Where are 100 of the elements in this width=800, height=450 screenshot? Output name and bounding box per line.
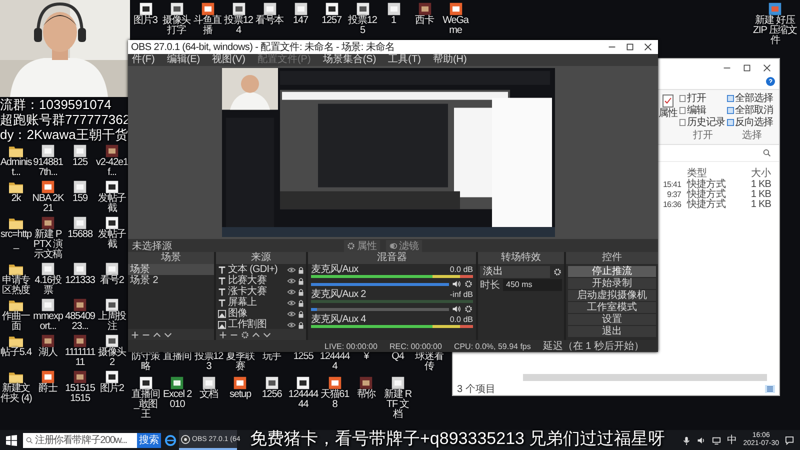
move-up-icon[interactable] [252,330,260,338]
properties-button[interactable]: 属性 [658,108,678,119]
image-icon[interactable] [104,334,120,348]
image-icon[interactable] [354,2,370,16]
close-icon[interactable] [644,43,652,51]
add-icon[interactable] [219,330,227,338]
folder-icon[interactable] [8,144,24,158]
scene-item[interactable]: 场景 2 [128,275,214,286]
image-icon[interactable] [230,2,246,16]
checklist-icon[interactable] [662,94,674,108]
eye-icon[interactable] [287,266,296,272]
control-button[interactable]: 工作室模式 [568,302,656,313]
help-icon[interactable] [766,77,775,86]
eye-icon[interactable] [287,288,296,294]
app-icon[interactable] [200,2,216,16]
network-icon[interactable] [712,436,722,444]
add-icon[interactable] [131,330,139,338]
source-item[interactable]: 图像 [228,308,285,319]
lock-icon[interactable] [298,288,304,296]
scroll-bar[interactable] [523,374,767,381]
speaker-icon[interactable] [697,436,706,444]
gear-icon[interactable] [553,268,562,276]
photo-icon[interactable] [104,144,120,158]
gear-icon[interactable] [464,280,473,288]
details-view-icon[interactable] [765,385,775,393]
close-icon[interactable] [763,64,771,72]
folder-icon[interactable] [8,262,24,276]
speaker-icon[interactable] [452,280,461,288]
maximize-icon[interactable] [626,43,634,51]
app-icon[interactable] [448,2,464,16]
menu-item[interactable]: 视图(V) [212,54,246,66]
ribbon-button[interactable]: 反向选择 [735,116,773,128]
document-icon[interactable] [40,262,56,276]
browser-icon[interactable] [165,434,176,446]
volume-slider[interactable] [311,308,449,310]
lock-icon[interactable] [298,298,304,306]
menu-item[interactable]: 件(F) [132,54,155,66]
image-icon[interactable] [168,2,184,16]
speaker-icon[interactable] [452,305,461,313]
photo-icon[interactable] [358,376,374,390]
scene-item[interactable]: 场景 [128,264,214,275]
app-icon[interactable] [40,180,56,194]
maximize-icon[interactable] [743,64,751,72]
lock-icon[interactable] [298,310,304,318]
folder-icon[interactable] [8,298,24,312]
image-icon[interactable] [264,376,280,390]
document-icon[interactable] [72,144,88,158]
eye-icon[interactable] [287,278,296,284]
ribbon-button[interactable]: 打开 [687,92,706,104]
eye-icon[interactable] [287,310,296,316]
document-icon[interactable] [262,2,278,16]
photo-icon[interactable] [40,216,56,230]
image-icon[interactable] [104,370,120,384]
lock-icon[interactable] [298,320,304,328]
image-icon[interactable] [104,180,120,194]
lock-icon[interactable] [298,266,304,274]
image-icon[interactable] [138,376,154,390]
image-icon[interactable] [138,2,154,16]
photo-icon[interactable] [72,370,88,384]
column-header[interactable]: 大小 [751,166,771,180]
input-method-indicator[interactable]: 中 [727,433,738,447]
gear-icon[interactable] [241,330,249,338]
document-icon[interactable] [390,376,406,390]
column-header[interactable]: 类型 [687,166,731,180]
document-icon[interactable] [200,376,217,390]
menu-item[interactable]: 帮助(H) [432,54,467,66]
duration-field[interactable]: 450 ms [503,279,562,291]
archive-icon[interactable] [767,2,783,16]
document-icon[interactable] [40,144,56,158]
image-icon[interactable] [324,2,340,16]
search-field[interactable]: 注册你看带牌子200w... [23,432,137,448]
document-icon[interactable] [292,2,308,16]
photo-icon[interactable] [72,298,88,312]
spreadsheet-icon[interactable] [169,376,186,390]
filters-button[interactable]: 滤镜 [386,240,422,252]
document-icon[interactable] [104,262,120,276]
image-icon[interactable] [295,376,312,390]
folder-icon[interactable] [8,216,24,230]
control-button[interactable]: 退出 [568,326,656,337]
menu-item[interactable]: 编辑(E) [166,54,200,66]
volume-slider[interactable] [311,282,449,286]
source-item[interactable]: 屏幕上 [228,297,285,308]
ribbon-button[interactable]: 编辑 [687,104,706,116]
transition-select[interactable]: 淡出 [480,266,550,278]
folder-icon[interactable] [8,370,24,384]
control-button[interactable]: 停止推流 [568,266,656,277]
photo-icon[interactable] [72,334,88,348]
eye-icon[interactable] [287,300,296,306]
source-item[interactable]: 比赛大赛 [228,275,285,286]
ribbon-button[interactable]: 历史记录 [687,116,725,128]
notification-icon[interactable] [785,436,794,444]
lock-icon[interactable] [298,276,304,284]
source-item[interactable]: 工作割图 [228,319,285,329]
properties-button[interactable]: 属性 [344,240,380,252]
search-button[interactable]: 搜索 [137,432,161,448]
document-icon[interactable] [386,2,402,16]
control-button[interactable]: 启动虚拟摄像机 [568,290,656,301]
folder-icon[interactable] [8,334,24,348]
move-down-icon[interactable] [164,330,172,338]
app-icon[interactable] [40,370,56,384]
